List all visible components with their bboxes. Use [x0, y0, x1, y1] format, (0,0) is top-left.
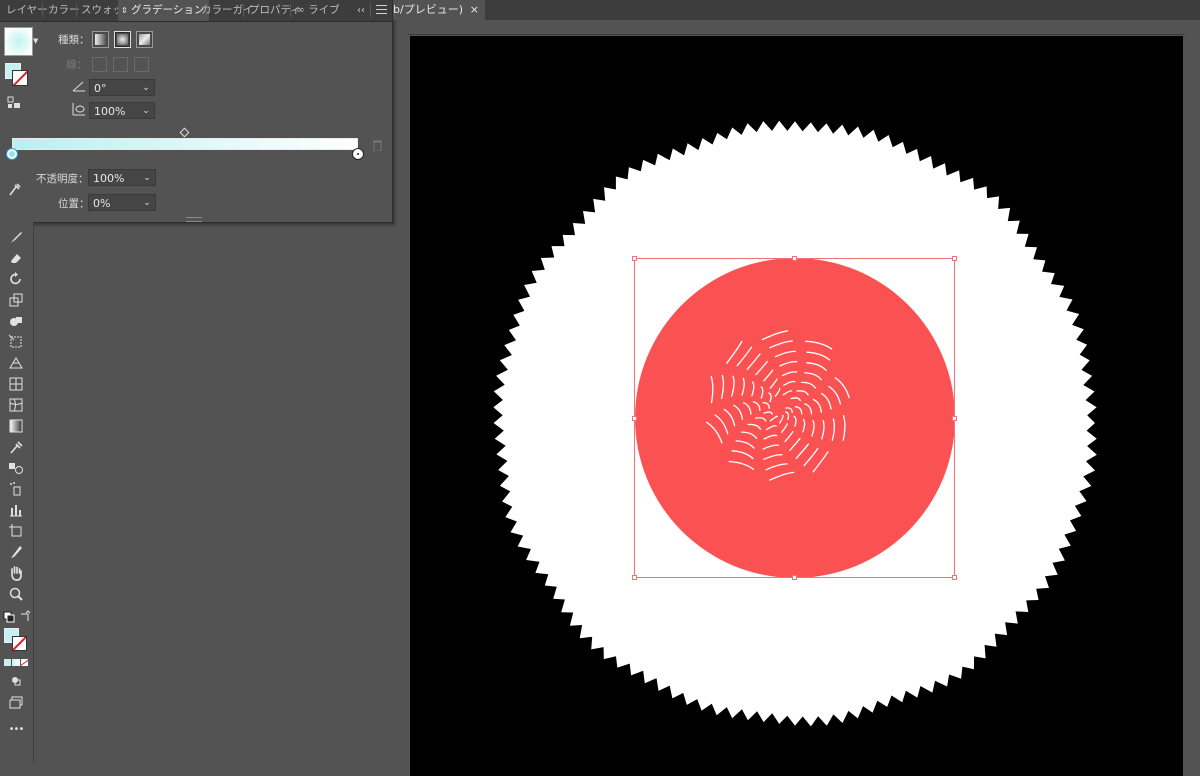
- tab-gradient-arrow-icon: ⇕: [121, 6, 128, 15]
- stroke-across-button[interactable]: [134, 57, 149, 72]
- eyedropper-icon[interactable]: [8, 181, 22, 197]
- freeform-gradient-button[interactable]: [136, 31, 153, 48]
- tab-separator: [243, 4, 244, 17]
- type-label: 種類：: [58, 34, 90, 46]
- rotate-icon[interactable]: [6, 270, 26, 288]
- document-tab-bar: ob/プレビュー) ×: [393, 0, 1200, 20]
- handle-left[interactable]: [632, 416, 637, 421]
- location-dropdown-icon[interactable]: ⌄: [139, 195, 155, 210]
- draw-mode-icon[interactable]: [6, 672, 26, 690]
- gradient-panel: レイヤー カラー スウォッチ ⇕ グラデーション カラーガイ プロパティ ∞ ラ…: [0, 0, 393, 223]
- opacity-dropdown-icon[interactable]: ⌄: [139, 170, 155, 185]
- collapse-panel-button[interactable]: ‹‹: [357, 0, 365, 21]
- paintbrush-icon[interactable]: [6, 228, 26, 246]
- tools-panel: •••: [0, 222, 34, 763]
- opacity-value: 100%: [93, 172, 125, 185]
- eyedropper-tool-icon[interactable]: [6, 438, 26, 456]
- none-mode-icon[interactable]: [20, 659, 28, 666]
- edit-toolbar-icon[interactable]: •••: [6, 720, 26, 738]
- scale-icon[interactable]: [6, 291, 26, 309]
- perspective-grid-icon[interactable]: [6, 354, 26, 372]
- gradient-stop-end[interactable]: [353, 149, 363, 159]
- selection-bounding-box[interactable]: [632, 256, 957, 580]
- column-graph-icon[interactable]: [6, 501, 26, 519]
- tab-cc-label: ライブ: [308, 4, 340, 16]
- blend-icon[interactable]: [6, 459, 26, 477]
- tab-gradient[interactable]: ⇕ グラデーション: [118, 0, 210, 21]
- tab-cc-libraries[interactable]: ∞ ライブ: [296, 0, 340, 21]
- location-field[interactable]: 0% ⌄: [88, 194, 156, 211]
- aspect-ratio-value: 100%: [94, 105, 126, 118]
- document-tab-label: ob/プレビュー): [393, 3, 463, 16]
- gradient-midpoint[interactable]: [179, 127, 190, 138]
- swap-colors-icon[interactable]: [19, 608, 31, 626]
- handle-top-left[interactable]: [632, 256, 637, 261]
- linear-gradient-button[interactable]: [92, 31, 109, 48]
- tab-properties[interactable]: プロパティ: [249, 0, 301, 21]
- artboard-tool-icon[interactable]: [6, 522, 26, 540]
- aspect-dropdown-icon[interactable]: ⌄: [138, 103, 154, 118]
- location-value: 0%: [93, 197, 111, 210]
- opacity-field[interactable]: 100% ⌄: [88, 169, 156, 186]
- tab-separator: [42, 4, 43, 17]
- stroke-label: 線：: [66, 59, 87, 71]
- color-mode-icon[interactable]: [4, 659, 12, 666]
- toolbar-stroke-swatch[interactable]: [12, 636, 27, 651]
- handle-top-right[interactable]: [952, 256, 957, 261]
- mesh-grid-icon[interactable]: [6, 396, 26, 414]
- stroke-within-button[interactable]: [92, 57, 107, 72]
- free-transform-icon[interactable]: [6, 333, 26, 351]
- panel-resize-grip[interactable]: [186, 217, 202, 222]
- angle-value: 0°: [94, 82, 107, 95]
- color-mode-buttons[interactable]: [4, 659, 28, 666]
- artboard-edge: [408, 34, 1185, 35]
- tab-color[interactable]: カラー: [48, 0, 80, 21]
- symbol-sprayer-icon[interactable]: [6, 480, 26, 498]
- shape-builder-icon[interactable]: [6, 312, 26, 330]
- gradient-slider[interactable]: [12, 138, 358, 150]
- handle-right[interactable]: [952, 416, 957, 421]
- handle-bottom-right[interactable]: [952, 575, 957, 580]
- handle-top[interactable]: [792, 256, 797, 261]
- opacity-label: 不透明度：: [36, 173, 89, 185]
- handle-bottom[interactable]: [792, 575, 797, 580]
- panel-tab-strip: レイヤー カラー スウォッチ ⇕ グラデーション カラーガイ プロパティ ∞ ラ…: [0, 0, 392, 22]
- gradient-stop-start[interactable]: [7, 149, 17, 159]
- mesh-icon[interactable]: [6, 375, 26, 393]
- angle-icon: [72, 81, 85, 92]
- document-tab[interactable]: ob/プレビュー) ×: [393, 0, 485, 20]
- slice-icon[interactable]: [6, 543, 26, 561]
- swap-fill-stroke-icon[interactable]: [7, 96, 21, 110]
- zoom-icon[interactable]: [6, 585, 26, 603]
- gradient-tool-icon[interactable]: [6, 417, 26, 435]
- trash-icon[interactable]: [373, 140, 382, 151]
- hand-icon[interactable]: [6, 564, 26, 582]
- panel-menu-icon[interactable]: [376, 5, 387, 16]
- handle-bottom-left[interactable]: [632, 575, 637, 580]
- angle-field[interactable]: 0° ⌄: [89, 79, 155, 96]
- eraser-icon[interactable]: [6, 249, 26, 267]
- angle-dropdown-icon[interactable]: ⌄: [138, 80, 154, 95]
- stroke-swatch[interactable]: [12, 70, 28, 86]
- gradient-mode-icon[interactable]: [12, 659, 20, 666]
- gradient-presets-dropdown-icon[interactable]: ▼: [33, 37, 38, 45]
- radial-gradient-button[interactable]: [114, 31, 131, 48]
- default-colors-icon[interactable]: [3, 608, 15, 626]
- tab-separator: [290, 4, 291, 17]
- aspect-ratio-field[interactable]: 100% ⌄: [89, 102, 155, 119]
- gradient-preview-swatch[interactable]: [4, 27, 33, 56]
- creative-cloud-icon: ∞: [296, 4, 305, 16]
- tab-separator: [370, 4, 371, 17]
- tab-color-guide[interactable]: カラーガイ: [201, 0, 254, 21]
- location-label: 位置：: [58, 198, 90, 210]
- aspect-ratio-icon: [72, 103, 85, 116]
- tab-gradient-label: グラデーション: [131, 4, 205, 16]
- close-icon[interactable]: ×: [470, 0, 479, 20]
- screen-mode-icon[interactable]: [6, 694, 26, 712]
- stroke-along-button[interactable]: [113, 57, 128, 72]
- tab-separator: [76, 4, 77, 17]
